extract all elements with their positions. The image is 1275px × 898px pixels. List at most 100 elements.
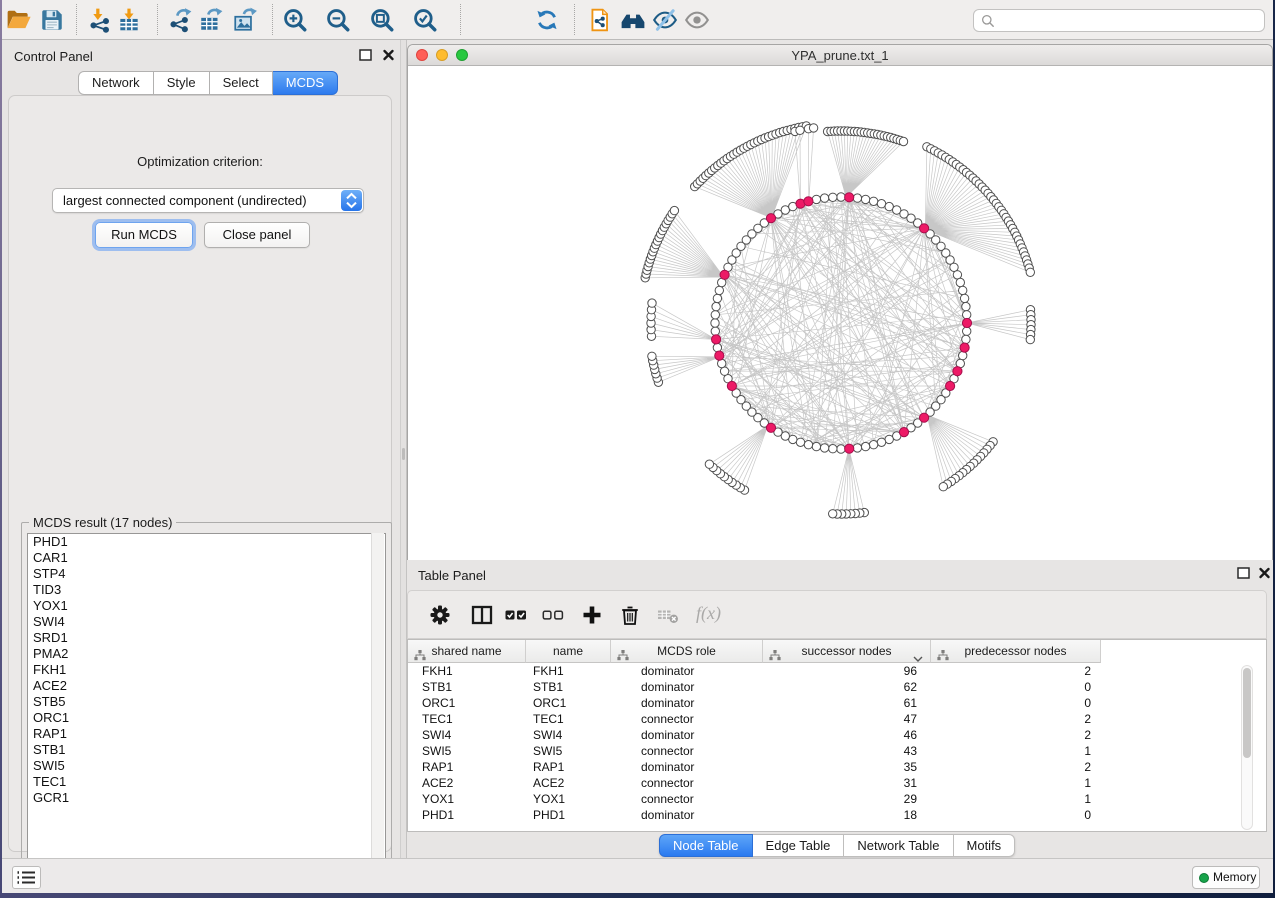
tab-motifs[interactable]: Motifs [954,834,1016,857]
table-cell: dominator [611,695,763,711]
table-cell: connector [611,791,763,807]
mcds-result-item[interactable]: PMA2 [28,646,385,662]
column-header-successor-nodes[interactable]: successor nodes [763,640,931,663]
delete-column-trash-icon[interactable] [619,604,641,626]
column-header-name[interactable]: name [526,640,611,663]
mcds-result-item[interactable]: ACE2 [28,678,385,694]
table-cell: TEC1 [526,711,611,727]
zoom-in-icon[interactable] [282,7,308,33]
network-graph[interactable] [408,67,1272,560]
tab-mcds[interactable]: MCDS [273,71,338,95]
zoom-fit-icon[interactable] [369,7,395,33]
table-cell: 35 [763,759,931,775]
mcds-result-item[interactable]: STB5 [28,694,385,710]
float-panel-icon[interactable] [358,48,373,62]
import-table-icon[interactable] [116,7,142,33]
zoom-out-icon[interactable] [325,7,351,33]
mcds-result-item[interactable]: SWI4 [28,614,385,630]
tab-network[interactable]: Network [78,71,154,95]
table-row[interactable]: SWI4SWI4dominator462 [408,727,1266,743]
zoom-selected-icon[interactable] [412,7,438,33]
splitter-grip[interactable] [402,448,405,460]
table-row[interactable]: STB1STB1dominator620 [408,679,1266,695]
first-neighbors-icon[interactable] [620,7,646,33]
column-header-predecessor-nodes[interactable]: predecessor nodes [931,640,1101,663]
tab-edge-table[interactable]: Edge Table [753,834,845,857]
table-cell: connector [611,775,763,791]
table-row[interactable]: ACE2ACE2connector311 [408,775,1266,791]
refresh-layout-icon[interactable] [534,7,560,33]
column-type-icon [414,646,426,657]
import-network-icon[interactable] [87,7,113,33]
tab-select[interactable]: Select [210,71,273,95]
table-cell: 1 [931,775,1101,791]
select-all-icon[interactable] [505,604,527,626]
network-window-titlebar[interactable]: YPA_prune.txt_1 [408,45,1272,66]
table-cell: 29 [763,791,931,807]
close-panel-button[interactable]: Close panel [204,222,310,248]
mcds-result-item[interactable]: RAP1 [28,726,385,742]
node-table-body[interactable]: FKH1FKH1dominator962STB1STB1dominator620… [408,663,1266,823]
table-cell: 43 [763,743,931,759]
table-settings-gear-icon[interactable] [429,604,451,626]
mcds-result-item[interactable]: YOX1 [28,598,385,614]
table-row[interactable]: YOX1YOX1connector291 [408,791,1266,807]
table-row[interactable]: SWI5SWI5connector431 [408,743,1266,759]
mcds-result-item[interactable]: PHD1 [28,534,385,550]
mcds-result-item[interactable]: STB1 [28,742,385,758]
table-row[interactable]: FKH1FKH1dominator962 [408,663,1266,679]
table-cell: 2 [931,663,1101,679]
mcds-result-list[interactable]: PHD1CAR1STP4TID3YOX1SWI4SRD1PMA2FKH1ACE2… [27,533,386,887]
column-header-mcds-role[interactable]: MCDS role [611,640,763,663]
table-row[interactable]: PHD1PHD1dominator180 [408,807,1266,823]
mcds-result-item[interactable]: TID3 [28,582,385,598]
export-table-icon[interactable] [198,7,224,33]
toolbar-separator [460,4,461,35]
float-table-panel-icon[interactable] [1236,566,1251,580]
column-header-shared-name[interactable]: shared name [408,640,526,663]
table-scrollbar-thumb[interactable] [1243,668,1251,758]
panel-splitter[interactable] [400,40,407,858]
mcds-result-item[interactable]: SRD1 [28,630,385,646]
search-field[interactable] [973,9,1265,32]
mcds-result-item[interactable]: TEC1 [28,774,385,790]
column-type-icon [617,646,629,657]
tab-style[interactable]: Style [154,71,210,95]
close-table-panel-icon[interactable] [1257,566,1272,580]
column-label: successor nodes [801,644,891,658]
table-cell: 18 [763,807,931,823]
mcds-result-item[interactable]: ORC1 [28,710,385,726]
tab-network-table[interactable]: Network Table [844,834,953,857]
run-mcds-button[interactable]: Run MCDS [95,222,193,248]
mcds-result-item[interactable]: CAR1 [28,550,385,566]
table-row[interactable]: RAP1RAP1dominator352 [408,759,1266,775]
search-input[interactable] [1000,11,1258,30]
toolbar-separator [574,4,575,35]
export-network-icon[interactable] [167,7,193,33]
table-scrollbar[interactable] [1241,665,1253,830]
open-network-file-icon[interactable] [587,7,613,33]
table-cell: 62 [763,679,931,695]
mcds-result-item[interactable]: FKH1 [28,662,385,678]
optimization-criterion-select[interactable]: largest connected component (undirected) [52,188,364,213]
table-row[interactable]: ORC1ORC1dominator610 [408,695,1266,711]
mcds-result-item[interactable]: SWI5 [28,758,385,774]
table-row[interactable]: TEC1TEC1connector472 [408,711,1266,727]
task-history-button[interactable] [12,866,41,889]
close-panel-icon[interactable] [381,48,396,62]
tab-node-table[interactable]: Node Table [659,834,753,857]
mcds-list-scrollbar[interactable] [371,533,384,887]
hide-selected-eye-icon[interactable] [652,7,678,33]
network-canvas[interactable] [408,67,1272,560]
mcds-result-item[interactable]: STP4 [28,566,385,582]
export-image-icon[interactable] [232,7,258,33]
create-column-plus-icon[interactable] [581,604,603,626]
mcds-result-item[interactable]: GCR1 [28,790,385,806]
deselect-all-icon[interactable] [542,604,564,626]
show-columns-icon[interactable] [471,604,493,626]
save-session-icon[interactable] [39,7,65,33]
memory-button[interactable]: Memory [1192,866,1260,889]
open-file-icon[interactable] [6,7,32,33]
table-cell: SWI4 [526,727,611,743]
table-cell: FKH1 [526,663,611,679]
